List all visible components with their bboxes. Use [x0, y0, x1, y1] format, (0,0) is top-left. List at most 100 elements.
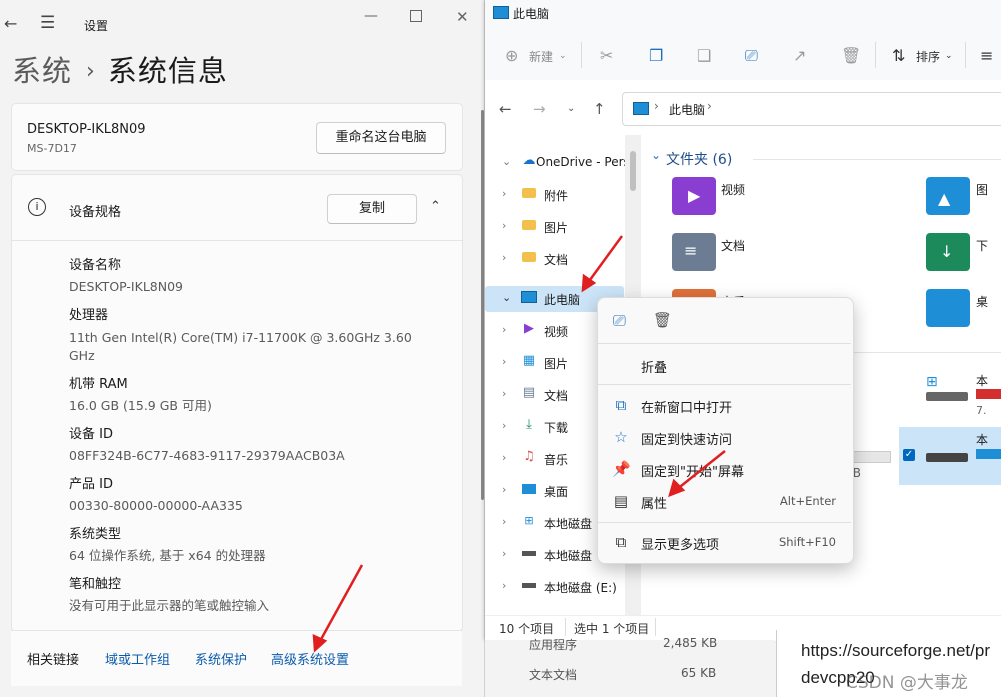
documents-folder-icon[interactable]: ≡ [672, 233, 716, 271]
new-button[interactable]: 新建 [529, 48, 553, 65]
folders-group-header[interactable]: 文件夹 (6) [666, 149, 732, 169]
rename-icon[interactable]: ⎚ [613, 311, 626, 331]
checkbox-checked-icon[interactable]: ✓ [903, 449, 915, 461]
folder-label[interactable]: 桌 [976, 293, 988, 310]
nav-item-attachments[interactable]: › 附件 [485, 182, 624, 208]
chevron-right-icon[interactable]: › [502, 219, 506, 232]
menu-item-pin-start[interactable]: 📌 固定到"开始"屏幕 [602, 455, 848, 483]
menu-item-properties[interactable]: ▤ 属性 Alt+Enter [602, 487, 848, 515]
menu-item-pin-quick-access[interactable]: ☆ 固定到快速访问 [602, 423, 848, 451]
chevron-down-icon[interactable]: ⌄ [651, 148, 661, 162]
chevron-right-icon[interactable]: › [502, 187, 506, 200]
specs-header[interactable]: i 设备规格 复制 ⌃ [11, 174, 462, 241]
chevron-right-icon[interactable]: › [502, 387, 506, 400]
drive-tile-selected[interactable]: ✓ 本 [899, 427, 1001, 485]
chevron-down-icon[interactable]: ⌄ [559, 51, 567, 61]
scrollbar[interactable] [481, 110, 484, 500]
chevron-down-icon[interactable]: ⌄ [945, 51, 953, 61]
cloud-icon: ☁ [522, 153, 536, 168]
maximize-icon[interactable] [410, 10, 422, 22]
divider [875, 42, 876, 68]
minimize-icon[interactable]: — [364, 8, 378, 24]
divider [565, 618, 566, 636]
spec-label: 系统类型 [69, 527, 122, 542]
video-folder-icon[interactable]: ▶ [672, 177, 716, 215]
view-icon[interactable]: ≡ [980, 46, 993, 65]
chevron-right-icon[interactable]: › [502, 547, 506, 560]
chevron-right-icon[interactable]: › [502, 579, 506, 592]
sort-button[interactable]: 排序 [916, 48, 940, 65]
chevron-down-icon[interactable]: ⌄ [502, 155, 511, 168]
folder-label[interactable]: 文档 [721, 237, 745, 254]
nav-item-documents[interactable]: › 文档 [485, 246, 624, 272]
desktop-folder-icon[interactable] [926, 289, 970, 327]
chevron-right-icon[interactable]: › [502, 419, 506, 432]
menu-item-shortcut: Shift+F10 [778, 535, 836, 549]
chevron-right-icon[interactable]: › [502, 515, 506, 528]
spec-value: 00330-80000-00000-AA335 [69, 498, 243, 513]
close-icon[interactable]: ✕ [456, 8, 469, 26]
command-bar: ⊕ 新建 ⌄ ✂ ❐ ❑ ⎚ ↗ 🗑 ⇅ 排序 ⌄ ≡ [485, 30, 1001, 81]
delete-icon[interactable]: 🗑 [841, 46, 861, 65]
folder-label[interactable]: 图 [976, 181, 988, 198]
spec-value: DESKTOP-IKL8N09 [69, 279, 183, 294]
address-bar[interactable]: › 此电脑 › [622, 92, 1001, 126]
share-icon[interactable]: ↗ [793, 46, 806, 65]
pictures-folder-icon[interactable]: ▲ [926, 177, 970, 215]
properties-icon: ▤ [613, 492, 629, 510]
up-icon[interactable]: ↑ [593, 100, 606, 118]
chevron-down-icon[interactable]: ⌄ [502, 291, 511, 304]
download-folder-icon[interactable]: ↓ [926, 233, 970, 271]
menu-item-open-new-window[interactable]: ⧉ 在新窗口中打开 [602, 391, 848, 419]
recent-locations-icon[interactable]: ⌄ [567, 103, 575, 114]
specs-section-title: 设备规格 [69, 205, 122, 220]
chevron-right-icon[interactable]: › [502, 451, 506, 464]
link-domain-workgroup[interactable]: 域或工作组 [105, 649, 170, 668]
divider [965, 42, 966, 68]
copy-button[interactable]: 复制 [327, 194, 417, 224]
spec-label: 产品 ID [69, 477, 113, 492]
drive-icon [521, 577, 537, 593]
back-icon[interactable]: ← [4, 14, 17, 33]
back-icon[interactable]: ← [499, 100, 512, 118]
chevron-right-icon[interactable]: › [707, 99, 712, 113]
divider [598, 343, 851, 344]
chevron-right-icon[interactable]: › [502, 323, 506, 336]
link-advanced-system-settings[interactable]: 高级系统设置 [271, 649, 349, 668]
cut-icon[interactable]: ✂ [600, 46, 613, 65]
menu-item-collapse[interactable]: 折叠 [602, 351, 848, 379]
chevron-right-icon[interactable]: › [502, 355, 506, 368]
nav-item-local-disk-e[interactable]: › 本地磁盘 (E:) [485, 574, 624, 600]
hamburger-menu-icon[interactable]: ☰ [40, 13, 55, 33]
nav-item-onedrive[interactable]: ⌄ ☁ OneDrive - Pers [485, 150, 625, 176]
divider [598, 522, 851, 523]
nav-item-pictures[interactable]: › 图片 [485, 214, 624, 240]
chevron-up-icon[interactable]: ⌃ [430, 199, 441, 214]
drive-tile[interactable]: ⊞ 本 7. [921, 370, 1001, 420]
desktop-icon [521, 481, 537, 497]
sort-icon[interactable]: ⇅ [892, 46, 905, 65]
nav-label: 文档 [544, 253, 569, 267]
settings-window: ← ☰ 设置 — ✕ 系统 › 系统信息 DESKTOP-IKL8N09 MS-7D… [0, 0, 485, 697]
chevron-right-icon[interactable]: › [502, 251, 506, 264]
link-system-protection[interactable]: 系统保护 [195, 649, 247, 668]
menu-item-show-more-options[interactable]: ⧉ 显示更多选项 Shift+F10 [602, 528, 848, 556]
nav-label: OneDrive - Pers [536, 155, 625, 169]
folder-label[interactable]: 视频 [721, 181, 745, 198]
copy-icon[interactable]: ❐ [649, 46, 663, 65]
drive-icon [926, 453, 968, 462]
new-icon[interactable]: ⊕ [505, 46, 518, 65]
forward-icon[interactable]: → [533, 100, 546, 118]
rename-icon[interactable]: ⎚ [745, 46, 758, 66]
delete-icon[interactable]: 🗑 [653, 311, 672, 329]
breadcrumb-parent[interactable]: 系统 [12, 54, 72, 88]
chevron-right-icon[interactable]: › [502, 483, 506, 496]
paste-icon[interactable]: ❑ [697, 46, 711, 65]
background-file-list: 应用程序 2,485 KB 文本文档 65 KB [485, 636, 775, 697]
rename-pc-button[interactable]: 重命名这台电脑 [316, 122, 446, 154]
chevron-right-icon: › [86, 59, 96, 84]
folder-icon [521, 249, 537, 265]
folder-label[interactable]: 下 [976, 237, 988, 254]
info-icon: i [28, 198, 46, 216]
scrollbar-thumb[interactable] [630, 151, 636, 191]
